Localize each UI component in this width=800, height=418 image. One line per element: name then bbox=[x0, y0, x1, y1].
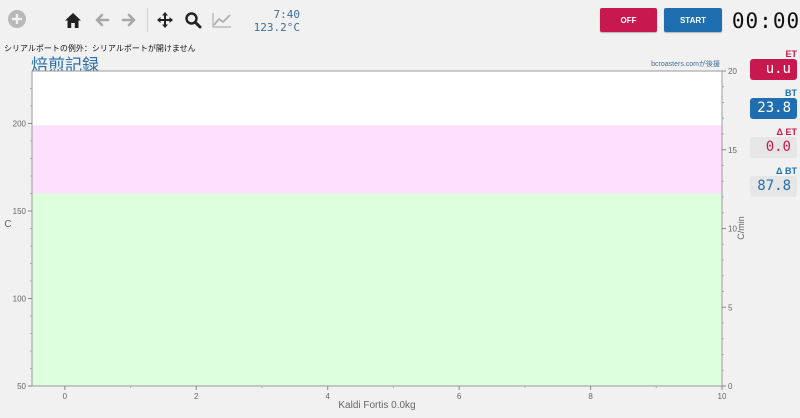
roast-chart[interactable]: 0 2 4 6 8 105010015020005101520 Kaldi Fortis … bbox=[0, 0, 800, 418]
x-axis-label: Kaldi Fortis 0.0kg bbox=[338, 400, 415, 411]
y2-tick-label: 0 bbox=[728, 382, 733, 391]
y2-axis-label: C/min bbox=[736, 216, 746, 240]
y2-tick-label: 5 bbox=[728, 303, 733, 312]
y-tick-label: 200 bbox=[13, 120, 27, 129]
delta-et-label: Δ ET bbox=[776, 127, 797, 137]
phase-band-2 bbox=[32, 71, 722, 126]
phase-band-0 bbox=[32, 193, 722, 386]
x-tick-label: 0 bbox=[63, 392, 68, 401]
y-tick-label: 100 bbox=[13, 295, 27, 304]
x-tick-label: 8 bbox=[588, 392, 593, 401]
delta-bt-label: Δ BT bbox=[776, 166, 797, 176]
y2-tick-label: 15 bbox=[728, 146, 737, 155]
y-tick-label: 50 bbox=[17, 382, 26, 391]
y-axis-label: C bbox=[4, 219, 11, 230]
x-tick-label: 10 bbox=[718, 392, 727, 401]
bt-label: BT bbox=[785, 88, 797, 98]
bt-display[interactable]: 23.8 bbox=[750, 98, 797, 119]
delta-bt-display[interactable]: 87.8 bbox=[750, 176, 797, 197]
et-label: ET bbox=[785, 49, 797, 59]
delta-et-display[interactable]: 0.0 bbox=[750, 137, 797, 158]
y-tick-label: 150 bbox=[13, 207, 27, 216]
x-tick-label: 2 bbox=[194, 392, 199, 401]
y2-tick-label: 20 bbox=[728, 67, 737, 76]
phase-bands bbox=[32, 71, 722, 386]
x-tick-label: 6 bbox=[457, 392, 462, 401]
et-display[interactable]: u.u bbox=[750, 59, 797, 80]
phase-band-1 bbox=[32, 125, 722, 194]
x-tick-label: 4 bbox=[325, 392, 330, 401]
